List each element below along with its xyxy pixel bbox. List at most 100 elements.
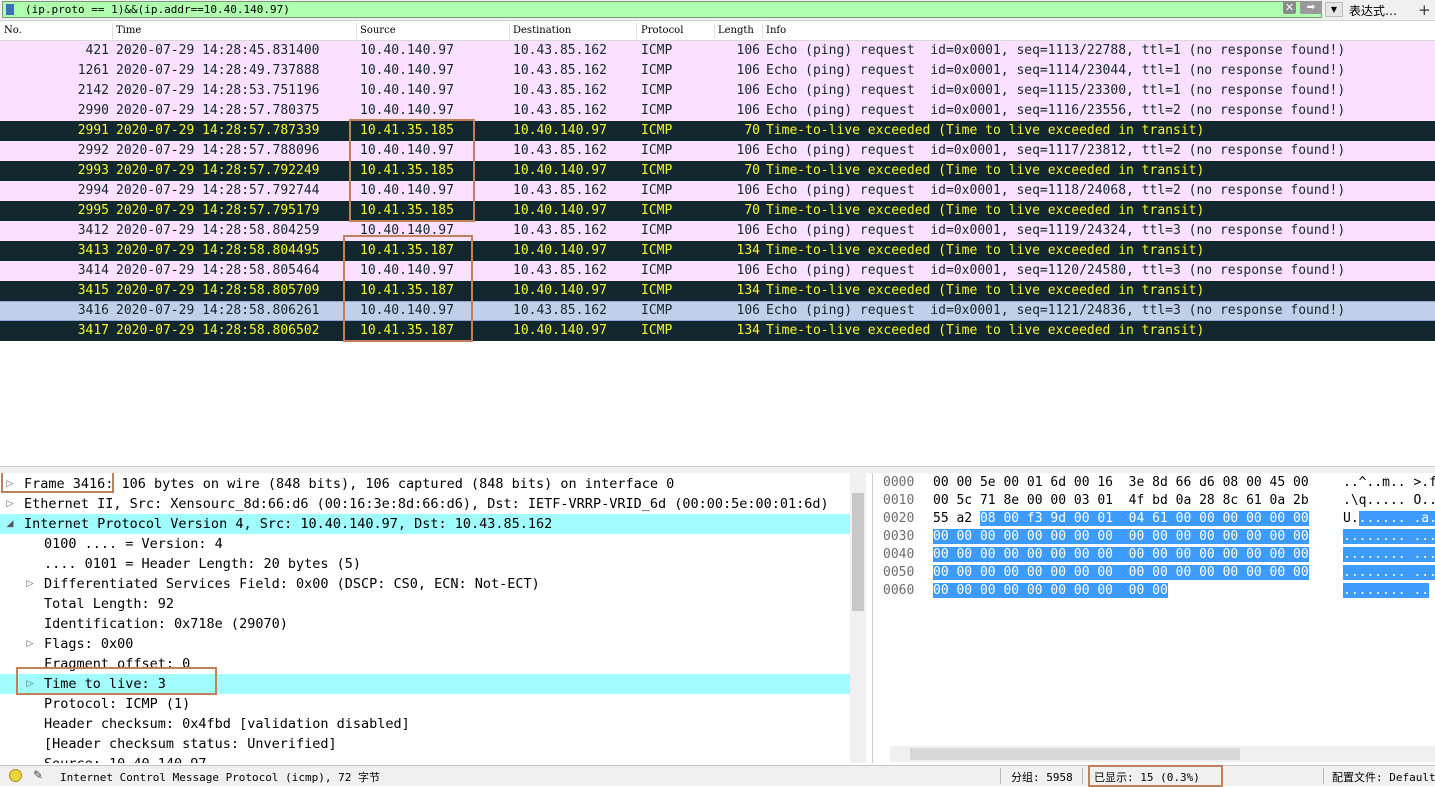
status-displayed-count: 已显示: 15 (0.3%) — [1094, 771, 1200, 784]
packet-time-cell: 2020-07-29 14:28:58.806261 — [116, 303, 320, 318]
status-profile[interactable]: 配置文件: Default — [1332, 769, 1435, 785]
packet-row[interactable]: 2993 2020-07-29 14:28:57.792249 10.41.35.1… — [0, 161, 1435, 181]
packet-time-cell: 2020-07-29 14:28:57.792744 — [116, 183, 320, 198]
display-filter-field[interactable] — [2, 1, 1322, 18]
filter-history-dropdown[interactable]: ▼ — [1325, 2, 1343, 17]
tree-expanded-icon[interactable]: ◢ — [4, 514, 16, 534]
hexdump-offset: 0010 — [883, 493, 915, 508]
hexdump-hex[interactable]: 00 00 00 00 00 00 00 00 00 00 — [933, 582, 1168, 600]
hexdump-row[interactable]: 0010 00 5c 71 8e 00 00 03 01 4f bd 0a 28 … — [873, 492, 1435, 510]
packet-no-cell: 3417 — [77, 323, 109, 338]
detail-tree-item[interactable]: ▷ Flags: 0x00 — [0, 634, 850, 654]
detail-tree-item[interactable]: 0100 .... = Version: 4 — [0, 534, 850, 554]
column-header-source[interactable]: Source — [360, 25, 396, 36]
detail-tree-item[interactable]: ◢ Internet Protocol Version 4, Src: 10.40… — [0, 514, 850, 534]
tree-collapsed-icon[interactable]: ▷ — [24, 634, 36, 654]
hexdump-row[interactable]: 0040 00 00 00 00 00 00 00 00 00 00 00 00 … — [873, 546, 1435, 564]
packet-row[interactable]: 3414 2020-07-29 14:28:58.805464 10.40.140.… — [0, 261, 1435, 281]
hexdump-hex-plain: 00 5c 71 8e 00 00 03 01 4f bd 0a 28 8c 6… — [933, 493, 1309, 508]
column-header-length[interactable]: Length — [718, 25, 754, 36]
packet-no-cell: 3412 — [77, 223, 109, 238]
packet-row[interactable]: 3417 2020-07-29 14:28:58.806502 10.41.35.1… — [0, 321, 1435, 341]
packet-list-pane: No. Time Source Destination Protocol Len… — [0, 22, 1435, 466]
hexdump-ascii[interactable]: ........ .. — [1343, 582, 1430, 600]
hexdump-hex[interactable]: 00 00 00 00 00 00 00 00 00 00 00 00 00 0… — [933, 528, 1309, 546]
detail-tree-item[interactable]: [Header checksum status: Unverified] — [0, 734, 850, 754]
hexdump-ascii[interactable]: ........ ........ — [1343, 546, 1435, 564]
column-header-protocol[interactable]: Protocol — [641, 25, 683, 36]
tree-collapsed-icon[interactable]: ▷ — [24, 574, 36, 594]
annotation-box-ttl — [16, 667, 217, 695]
hexdump-offset: 0060 — [883, 583, 915, 598]
column-header-no[interactable]: No. — [4, 25, 22, 36]
packet-row[interactable]: 2992 2020-07-29 14:28:57.788096 10.40.140.… — [0, 141, 1435, 161]
add-filter-button-icon[interactable]: + — [1418, 1, 1431, 19]
display-filter-input[interactable] — [25, 2, 1280, 17]
packet-time-cell: 2020-07-29 14:28:45.831400 — [116, 43, 320, 58]
detail-tree-item[interactable]: Total Length: 92 — [0, 594, 850, 614]
column-header-info[interactable]: Info — [766, 25, 786, 36]
apply-filter-icon[interactable]: ➡ — [1300, 1, 1322, 14]
hexdump-hex[interactable]: 00 00 00 00 00 00 00 00 00 00 00 00 00 0… — [933, 564, 1309, 582]
expression-button[interactable]: 表达式… — [1349, 2, 1397, 19]
clear-filter-icon[interactable]: ✕ — [1283, 1, 1296, 14]
pane-splitter[interactable] — [0, 466, 1435, 473]
hexdump-row[interactable]: 0050 00 00 00 00 00 00 00 00 00 00 00 00 … — [873, 564, 1435, 582]
expert-info-led-icon[interactable] — [9, 769, 22, 782]
hexdump-hex[interactable]: 00 5c 71 8e 00 00 03 01 4f bd 0a 28 8c 6… — [933, 492, 1309, 510]
packet-time-cell: 2020-07-29 14:28:58.805709 — [116, 283, 320, 298]
hexdump-row[interactable]: 0020 55 a2 08 00 f3 9d 00 01 04 61 00 00 … — [873, 510, 1435, 528]
column-header-time[interactable]: Time — [116, 25, 141, 36]
packet-row[interactable]: 1261 2020-07-29 14:28:49.737888 10.40.140.… — [0, 61, 1435, 81]
packet-destination-cell: 10.43.85.162 — [513, 223, 607, 238]
packet-length-cell: 70 — [744, 123, 760, 138]
packet-row[interactable]: 3413 2020-07-29 14:28:58.804495 10.41.35.1… — [0, 241, 1435, 261]
detail-tree-item[interactable]: ▷ Ethernet II, Src: Xensourc_8d:66:d6 (00… — [0, 494, 850, 514]
packet-protocol-cell: ICMP — [641, 103, 673, 118]
detail-tree-item[interactable]: Protocol: ICMP (1) — [0, 694, 850, 714]
detail-tree-item[interactable]: Identification: 0x718e (29070) — [0, 614, 850, 634]
packet-row[interactable]: 2990 2020-07-29 14:28:57.780375 10.40.140.… — [0, 101, 1435, 121]
hexdump-row[interactable]: 0060 00 00 00 00 00 00 00 00 00 00.......… — [873, 582, 1435, 600]
packet-row[interactable]: 2995 2020-07-29 14:28:57.795179 10.41.35.1… — [0, 201, 1435, 221]
filter-bookmark-icon[interactable] — [6, 4, 14, 15]
hexdump-hex[interactable]: 00 00 5e 00 01 6d 00 16 3e 8d 66 d6 08 0… — [933, 474, 1309, 492]
details-scrollbar[interactable] — [850, 473, 866, 763]
detail-tree-item[interactable]: Source: 10.40.140.97 — [0, 754, 850, 763]
bytes-horizontal-scrollbar[interactable] — [890, 746, 1435, 762]
packet-row[interactable]: 2994 2020-07-29 14:28:57.792744 10.40.140.… — [0, 181, 1435, 201]
packet-source-cell: 10.40.140.97 — [360, 63, 454, 78]
detail-tree-item[interactable]: .... 0101 = Header Length: 20 bytes (5) — [0, 554, 850, 574]
hexdump-ascii[interactable]: .\q..... O..(.a.+ — [1343, 492, 1435, 510]
capture-comment-edit-icon[interactable]: ✎ — [33, 768, 43, 782]
packet-row[interactable]: 3415 2020-07-29 14:28:58.805709 10.41.35.1… — [0, 281, 1435, 301]
packet-no-cell: 3413 — [77, 243, 109, 258]
hexdump-row[interactable]: 0000 00 00 5e 00 01 6d 00 16 3e 8d 66 d6 … — [873, 474, 1435, 492]
detail-tree-item[interactable]: Header checksum: 0x4fbd [validation disa… — [0, 714, 850, 734]
hexdump-ascii[interactable]: U....... .a...... — [1343, 510, 1435, 528]
packet-info-cell: Time-to-live exceeded (Time to live exce… — [766, 243, 1205, 258]
packet-info-cell: Time-to-live exceeded (Time to live exce… — [766, 163, 1205, 178]
tree-collapsed-icon[interactable]: ▷ — [4, 494, 16, 514]
packet-row[interactable]: 2991 2020-07-29 14:28:57.787339 10.41.35.1… — [0, 121, 1435, 141]
hexdump-ascii[interactable]: ........ ........ — [1343, 564, 1435, 582]
packet-destination-cell: 10.43.85.162 — [513, 183, 607, 198]
packet-row[interactable]: 3416 2020-07-29 14:28:58.806261 10.40.140.… — [0, 301, 1435, 321]
hexdump-ascii[interactable]: ..^..m.. >.f...E. — [1343, 474, 1435, 492]
packet-time-cell: 2020-07-29 14:28:58.805464 — [116, 263, 320, 278]
detail-tree-item[interactable]: ▷ Differentiated Services Field: 0x00 (DS… — [0, 574, 850, 594]
column-header-destination[interactable]: Destination — [513, 25, 571, 36]
packet-protocol-cell: ICMP — [641, 303, 673, 318]
packet-row[interactable]: 2142 2020-07-29 14:28:53.751196 10.40.140.… — [0, 81, 1435, 101]
hexdump-row[interactable]: 0030 00 00 00 00 00 00 00 00 00 00 00 00 … — [873, 528, 1435, 546]
hexdump-hex[interactable]: 55 a2 08 00 f3 9d 00 01 04 61 00 00 00 0… — [933, 510, 1309, 528]
packet-row[interactable]: 421 2020-07-29 14:28:45.831400 10.40.140.9… — [0, 41, 1435, 61]
hexdump-ascii[interactable]: ........ ........ — [1343, 528, 1435, 546]
hexdump-hex-selected: 08 00 f3 9d 00 01 04 61 00 00 00 00 00 0… — [979, 511, 1309, 526]
details-scrollbar-thumb[interactable] — [852, 493, 864, 611]
packet-no-cell: 2993 — [77, 163, 109, 178]
detail-tree-item[interactable]: ▷ Frame 3416: 106 bytes on wire (848 bits… — [0, 474, 850, 494]
packet-row[interactable]: 3412 2020-07-29 14:28:58.804259 10.40.140.… — [0, 221, 1435, 241]
hexdump-hex[interactable]: 00 00 00 00 00 00 00 00 00 00 00 00 00 0… — [933, 546, 1309, 564]
bytes-scrollbar-thumb[interactable] — [910, 748, 1240, 760]
